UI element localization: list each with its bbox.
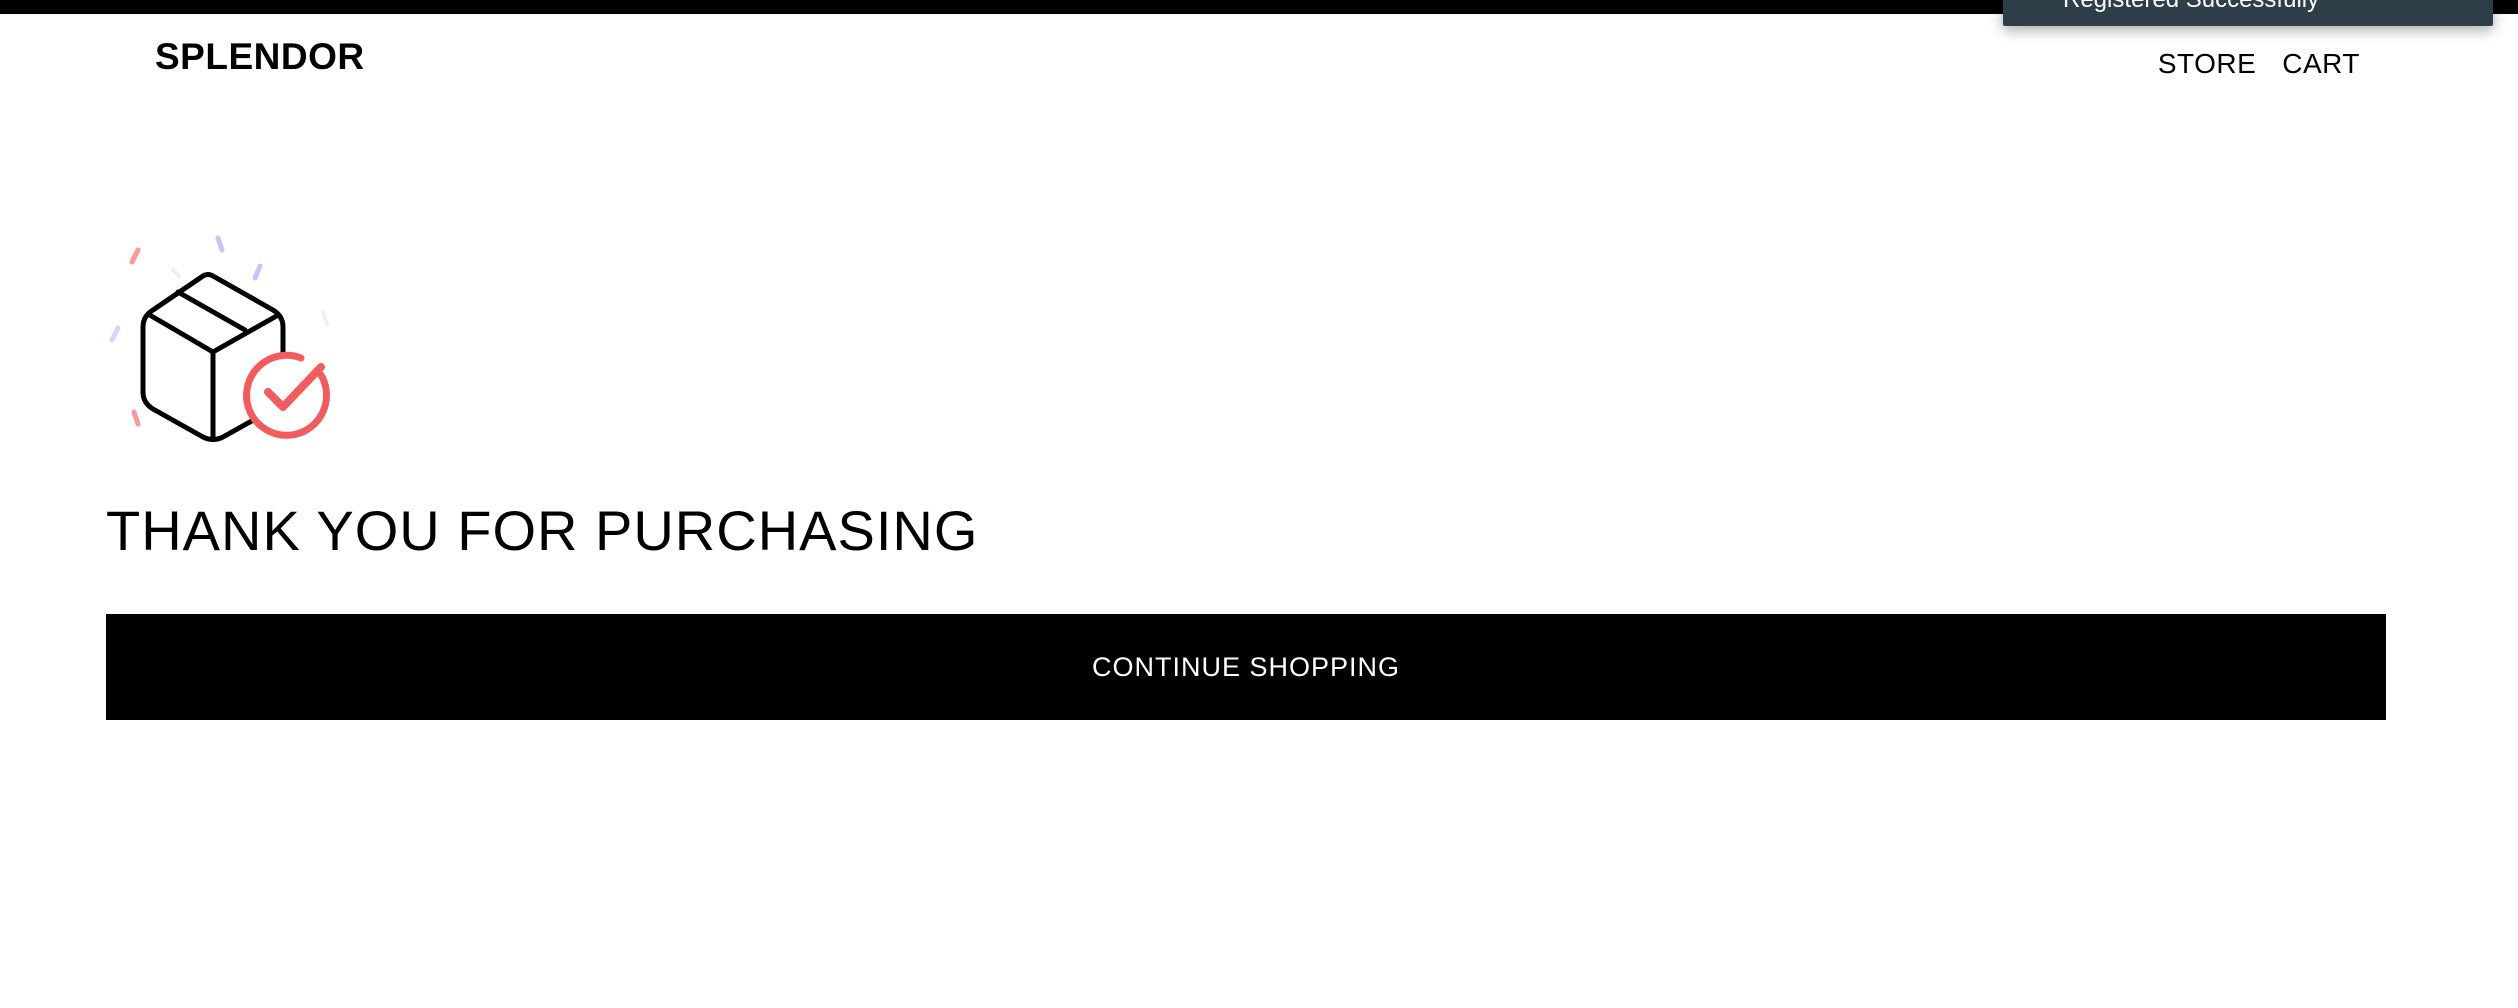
confetti-mark xyxy=(129,247,141,265)
notification-text: Registered Successfully xyxy=(2063,0,2319,14)
page-title: THANK YOU FOR PURCHASING xyxy=(106,499,979,562)
confetti-mark xyxy=(321,310,329,326)
continue-shopping-label: CONTINUE SHOPPING xyxy=(1091,651,1401,682)
nav-cart-link[interactable]: CART xyxy=(2282,48,2360,80)
package-delivered-check-icon xyxy=(100,232,340,442)
confetti-mark xyxy=(109,325,121,343)
notification-toast: Registered Successfully xyxy=(2003,0,2493,26)
main-nav: STORE CART xyxy=(2158,48,2360,80)
confetti-mark xyxy=(171,268,181,278)
confetti-mark xyxy=(215,235,225,253)
nav-store-link[interactable]: STORE xyxy=(2158,48,2256,80)
confetti-mark xyxy=(131,409,141,427)
continue-shopping-button[interactable]: CONTINUE SHOPPING xyxy=(106,614,2386,720)
brand-logo[interactable]: SPLENDOR xyxy=(155,36,365,78)
confetti-mark xyxy=(252,263,263,281)
